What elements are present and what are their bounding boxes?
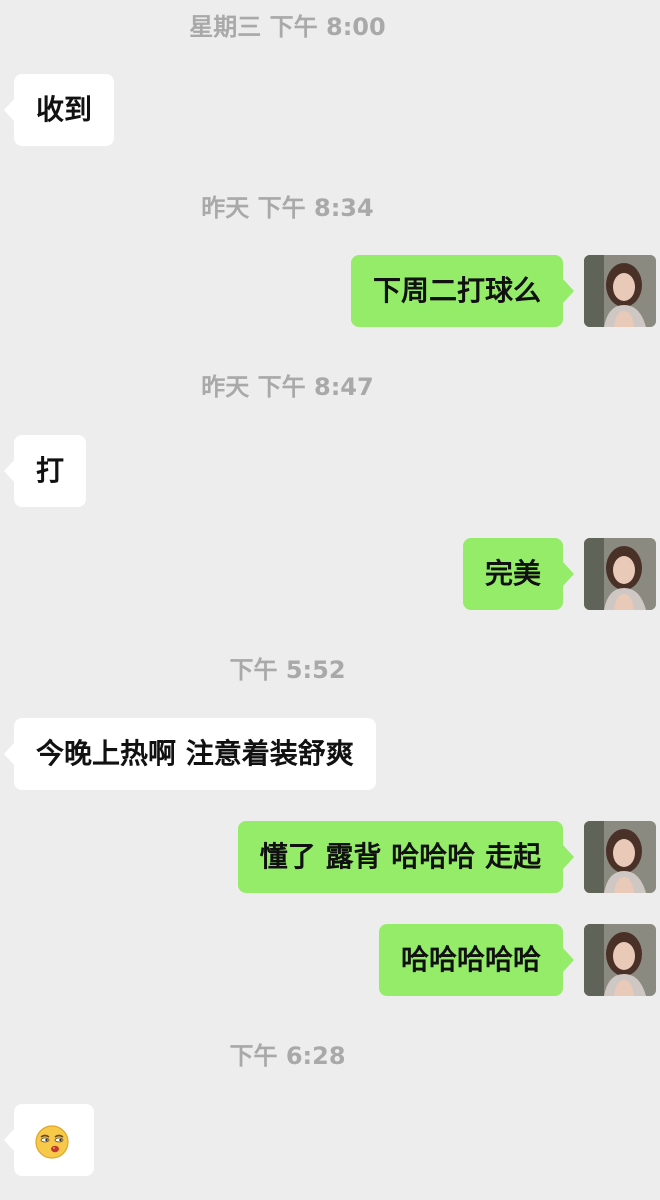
avatar[interactable] xyxy=(584,538,656,610)
timestamp: 下午 5:52 xyxy=(229,656,346,684)
avatar[interactable] xyxy=(584,924,656,996)
message-incoming[interactable]: 打 xyxy=(0,435,660,507)
message-bubble[interactable]: 今晚上热啊 注意着装舒爽 xyxy=(14,718,376,790)
avatar-image xyxy=(584,538,656,610)
timestamp: 昨天 下午 8:47 xyxy=(201,373,374,401)
message-incoming[interactable]: 今晚上热啊 注意着装舒爽 xyxy=(0,718,660,790)
message-outgoing[interactable]: 哈哈哈哈哈 xyxy=(0,924,660,996)
timestamp: 昨天 下午 8:34 xyxy=(201,194,374,222)
avatar-image xyxy=(584,924,656,996)
message-incoming[interactable] xyxy=(0,1104,660,1176)
timestamp: 下午 6:28 xyxy=(229,1042,346,1070)
message-outgoing[interactable]: 完美 xyxy=(0,538,660,610)
avatar[interactable] xyxy=(584,821,656,893)
avatar-image xyxy=(584,255,656,327)
message-bubble[interactable]: 收到 xyxy=(14,74,115,146)
chat-conversation: 星期三 下午 8:00 收到 昨天 下午 8:34 下周二打球么 昨天 下午 8… xyxy=(0,0,660,1200)
message-bubble[interactable]: 下周二打球么 xyxy=(350,255,563,327)
message-bubble[interactable]: 完美 xyxy=(462,538,563,610)
smirk-emoji-icon xyxy=(35,1125,69,1159)
bubble-tail xyxy=(563,845,574,869)
message-bubble[interactable]: 哈哈哈哈哈 xyxy=(378,924,563,996)
bubble-tail xyxy=(563,279,574,303)
bubble-tail xyxy=(563,948,574,972)
message-incoming[interactable]: 收到 xyxy=(0,74,660,146)
message-bubble[interactable]: 懂了 露背 哈哈哈 走起 xyxy=(237,821,563,893)
avatar[interactable] xyxy=(584,255,656,327)
message-outgoing[interactable]: 懂了 露背 哈哈哈 走起 xyxy=(0,821,660,893)
timestamp: 星期三 下午 8:00 xyxy=(189,13,386,41)
message-bubble[interactable] xyxy=(14,1104,94,1176)
avatar-image xyxy=(584,821,656,893)
message-outgoing[interactable]: 下周二打球么 xyxy=(0,255,660,327)
bubble-tail xyxy=(563,562,574,586)
message-bubble[interactable]: 打 xyxy=(14,435,87,507)
